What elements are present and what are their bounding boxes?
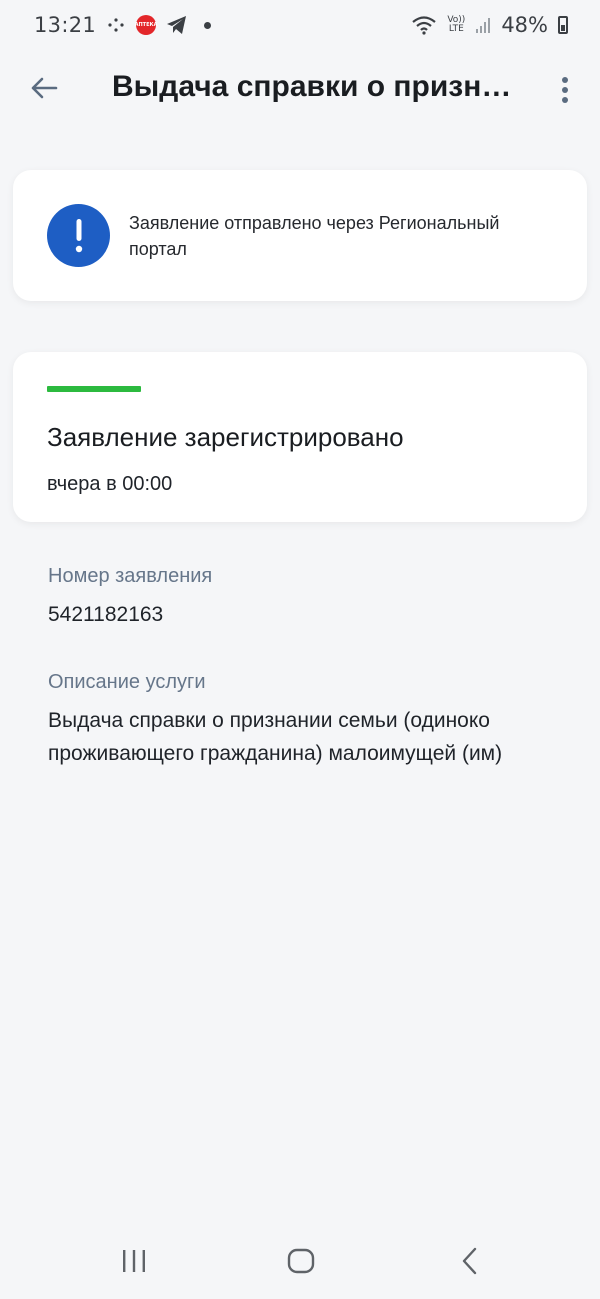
system-nav-bar (0, 1225, 600, 1299)
status-title: Заявление зарегистрировано (47, 422, 404, 452)
volte-bottom-label: LTE (448, 24, 464, 34)
system-back-button[interactable] (446, 1239, 494, 1283)
sparkle-icon (106, 17, 126, 33)
volte-icon: Vo)) LTE (447, 16, 465, 34)
signal-icon (475, 16, 491, 34)
status-bar-right: Vo)) LTE 48% (411, 13, 568, 37)
apteka-app-icon: АПТЕКА (135, 15, 157, 35)
arrow-left-icon (31, 77, 58, 99)
recent-apps-button[interactable] (110, 1239, 158, 1283)
more-vert-icon-dot (562, 77, 568, 83)
status-time: 13:21 (34, 13, 97, 37)
exclamation-icon (47, 204, 110, 267)
more-vert-icon-dot (562, 87, 568, 93)
more-vert-icon-dot (562, 97, 568, 103)
back-icon (462, 1247, 477, 1275)
telegram-icon (166, 15, 188, 35)
application-number-label: Номер заявления (48, 565, 213, 587)
info-message: Заявление отправлено через Региональный … (129, 213, 500, 259)
back-button[interactable] (24, 68, 64, 108)
service-description-label: Описание услуги (48, 671, 206, 693)
home-button[interactable] (277, 1239, 325, 1283)
home-icon (287, 1248, 315, 1274)
wifi-icon (411, 15, 437, 35)
app-header: Выдача справки о призна… (0, 50, 600, 130)
info-card: Заявление отправлено через Региональный … (13, 170, 587, 301)
service-description-value: Выдача справки о признании семьи (одинок… (48, 709, 503, 765)
application-status-card: Заявление зарегистрировано вчера в 00:00 (13, 352, 587, 522)
status-bar: 13:21 АПТЕКА Vo)) LTE 48% (0, 0, 600, 50)
recent-apps-icon (123, 1250, 145, 1272)
more-options-button[interactable] (548, 70, 582, 110)
battery-percent: 48% (501, 13, 548, 37)
status-bar-left: 13:21 АПТЕКА (34, 13, 212, 37)
status-time-label: вчера в 00:00 (47, 473, 173, 495)
page-title: Выдача справки о призна… (112, 70, 527, 103)
application-number-value: 5421182163 (48, 603, 164, 626)
notification-dot-icon (204, 21, 212, 29)
status-progress-indicator (47, 386, 141, 392)
battery-icon (558, 16, 568, 34)
